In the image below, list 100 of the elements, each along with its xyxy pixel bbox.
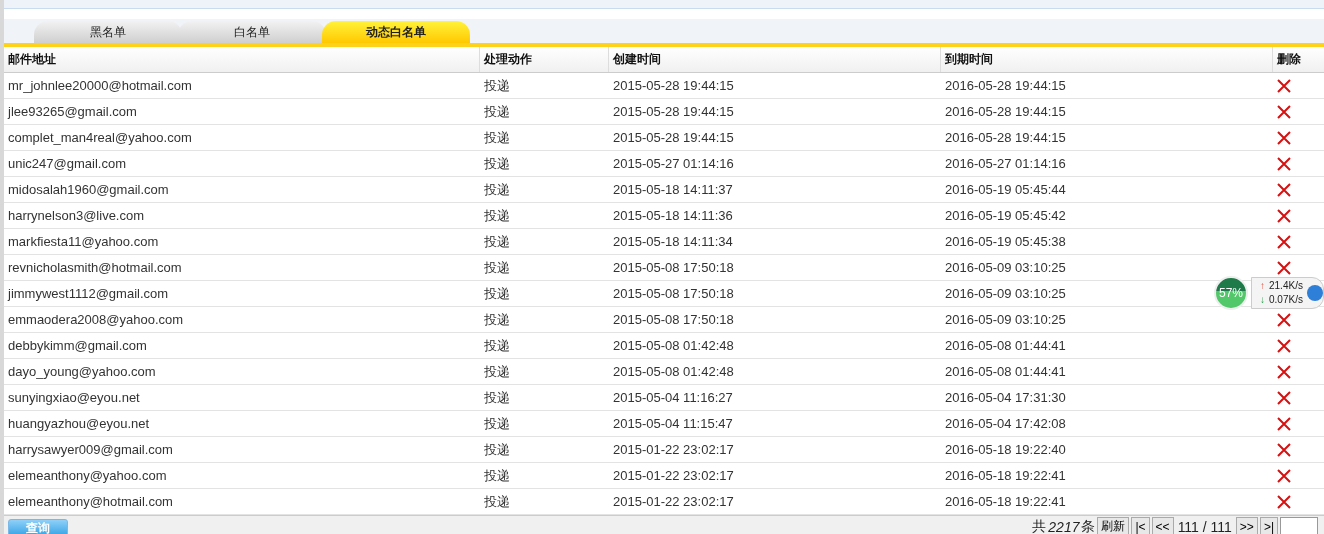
table-cell: 2016-05-09 03:10:25 — [945, 312, 1066, 327]
column-header: 邮件地址 — [4, 47, 480, 72]
table-cell: 投递 — [484, 336, 510, 355]
table-cell: 2016-05-08 01:44:41 — [945, 364, 1066, 379]
table-cell: 2015-05-28 19:44:15 — [613, 104, 734, 119]
table-cell: 投递 — [484, 102, 510, 121]
table-cell: 投递 — [484, 466, 510, 485]
table-cell: 投递 — [484, 76, 510, 95]
last-page-button[interactable]: >| — [1259, 517, 1278, 534]
table-cell: 2015-05-04 11:16:27 — [613, 390, 733, 405]
table-cell: 2016-05-04 17:31:30 — [945, 390, 1066, 405]
table-cell: 2016-05-18 19:22:41 — [945, 494, 1066, 509]
table-cell: 2015-05-08 17:50:18 — [613, 260, 734, 275]
table-cell: 投递 — [484, 284, 510, 303]
table-cell: midosalah1960@gmail.com — [8, 182, 169, 197]
table-cell: harrynelson3@live.com — [8, 208, 145, 223]
delete-icon[interactable] — [1277, 364, 1291, 379]
table-cell: revnicholasmith@hotmail.com — [8, 260, 182, 275]
table-cell: 2015-05-18 14:11:36 — [613, 208, 733, 223]
table-cell: 投递 — [484, 180, 510, 199]
table-cell: 投递 — [484, 362, 510, 381]
table-cell: 投递 — [484, 128, 510, 147]
table-cell: 2015-01-22 23:02:17 — [613, 494, 734, 509]
table-cell: 2016-05-19 05:45:44 — [945, 182, 1066, 197]
table-cell: 投递 — [484, 206, 510, 225]
table-cell: 2015-05-28 19:44:15 — [613, 130, 734, 145]
delete-icon[interactable] — [1277, 130, 1291, 145]
tab[interactable]: 白名单 — [178, 21, 326, 43]
speed-panel[interactable]: ↑ 21.4K/s ↓ 0.07K/s — [1251, 277, 1324, 309]
table-cell: 2016-05-19 05:45:38 — [945, 234, 1066, 249]
table-cell: 2016-05-18 19:22:40 — [945, 442, 1066, 457]
delete-icon[interactable] — [1277, 104, 1291, 119]
delete-icon[interactable] — [1277, 442, 1291, 457]
table-cell: 2016-05-28 19:44:15 — [945, 104, 1066, 119]
delete-icon[interactable] — [1277, 312, 1291, 327]
tab[interactable]: 黑名单 — [34, 21, 182, 43]
delete-icon[interactable] — [1277, 416, 1291, 431]
delete-icon[interactable] — [1277, 156, 1291, 171]
table-cell: 2015-05-04 11:15:47 — [613, 416, 733, 431]
table-cell: 2016-05-04 17:42:08 — [945, 416, 1066, 431]
column-header: 到期时间 — [941, 47, 1273, 72]
table-cell: huangyazhou@eyou.net — [8, 416, 150, 431]
column-header: 删除 — [1276, 51, 1302, 68]
table-cell: 投递 — [484, 258, 510, 277]
table-cell: 2015-01-22 23:02:17 — [613, 468, 734, 483]
upload-arrow: ↑ — [1260, 279, 1265, 293]
table-cell: 2016-05-09 03:10:25 — [945, 286, 1066, 301]
download-speed: 0.07K/s — [1269, 293, 1303, 307]
page-indicator: 111 / 111 — [1176, 518, 1233, 534]
previous-page-button[interactable]: << — [1151, 517, 1174, 534]
table-cell: 2015-05-28 19:44:15 — [613, 78, 734, 93]
column-header: 处理动作 — [480, 47, 609, 72]
table-cell: debbykimm@gmail.com — [8, 338, 147, 353]
table-cell: sunyingxiao@eyou.net — [8, 390, 140, 405]
total-label: 共 — [1032, 517, 1047, 534]
percent-label: 57% — [1219, 286, 1243, 300]
refresh-button[interactable]: 刷新 — [1097, 517, 1130, 534]
table-cell: 2015-05-18 14:11:34 — [613, 234, 733, 249]
delete-icon[interactable] — [1277, 468, 1291, 483]
table-cell: 2015-01-22 23:02:17 — [613, 442, 734, 457]
table-cell: 2016-05-18 19:22:41 — [945, 468, 1066, 483]
next-page-button[interactable]: >> — [1235, 517, 1258, 534]
first-page-button[interactable]: |< — [1131, 517, 1150, 534]
page-input[interactable] — [1280, 517, 1318, 534]
delete-icon[interactable] — [1277, 208, 1291, 223]
table-cell: elemeanthony@yahoo.com — [8, 468, 167, 483]
table-cell: 投递 — [484, 440, 510, 459]
delete-icon[interactable] — [1277, 260, 1291, 275]
table-cell: 2015-05-08 01:42:48 — [613, 338, 734, 353]
table-cell: elemeanthony@hotmail.com — [8, 494, 173, 509]
table-cell: 2016-05-19 05:45:42 — [945, 208, 1066, 223]
table-cell: harrysawyer009@gmail.com — [8, 442, 173, 457]
table-cell: 2016-05-08 01:44:41 — [945, 338, 1066, 353]
delete-icon[interactable] — [1277, 234, 1291, 249]
table-cell: 2016-05-27 01:14:16 — [945, 156, 1066, 171]
table-cell: 2015-05-08 17:50:18 — [613, 312, 734, 327]
delete-icon[interactable] — [1277, 182, 1291, 197]
table-cell: 投递 — [484, 388, 510, 407]
table-cell: 投递 — [484, 154, 510, 173]
table-cell: 2015-05-27 01:14:16 — [613, 156, 734, 171]
delete-icon[interactable] — [1277, 338, 1291, 353]
table-cell: emmaodera2008@yahoo.com — [8, 312, 184, 327]
column-header: 创建时间 — [609, 47, 941, 72]
upload-speed: 21.4K/s — [1269, 279, 1303, 293]
delete-icon[interactable] — [1277, 78, 1291, 93]
tab[interactable]: 动态白名单 — [322, 21, 470, 43]
table-cell: mr_johnlee20000@hotmail.com — [8, 78, 192, 93]
table-cell: unic247@gmail.com — [8, 156, 126, 171]
table-cell: 2016-05-09 03:10:25 — [945, 260, 1066, 275]
table-cell: 投递 — [484, 414, 510, 433]
table-cell: 2016-05-28 19:44:15 — [945, 130, 1066, 145]
delete-icon[interactable] — [1277, 494, 1291, 509]
table-cell: 2015-05-18 14:11:37 — [613, 182, 733, 197]
table-cell: markfiesta11@yahoo.com — [8, 234, 159, 249]
delete-icon[interactable] — [1277, 390, 1291, 405]
table-cell: 2015-05-08 01:42:48 — [613, 364, 734, 379]
table-cell: 投递 — [484, 232, 510, 251]
table-cell: complet_man4real@yahoo.com — [8, 130, 192, 145]
table-cell: jlee93265@gmail.com — [8, 104, 137, 119]
table-cell: 2015-05-08 17:50:18 — [613, 286, 734, 301]
